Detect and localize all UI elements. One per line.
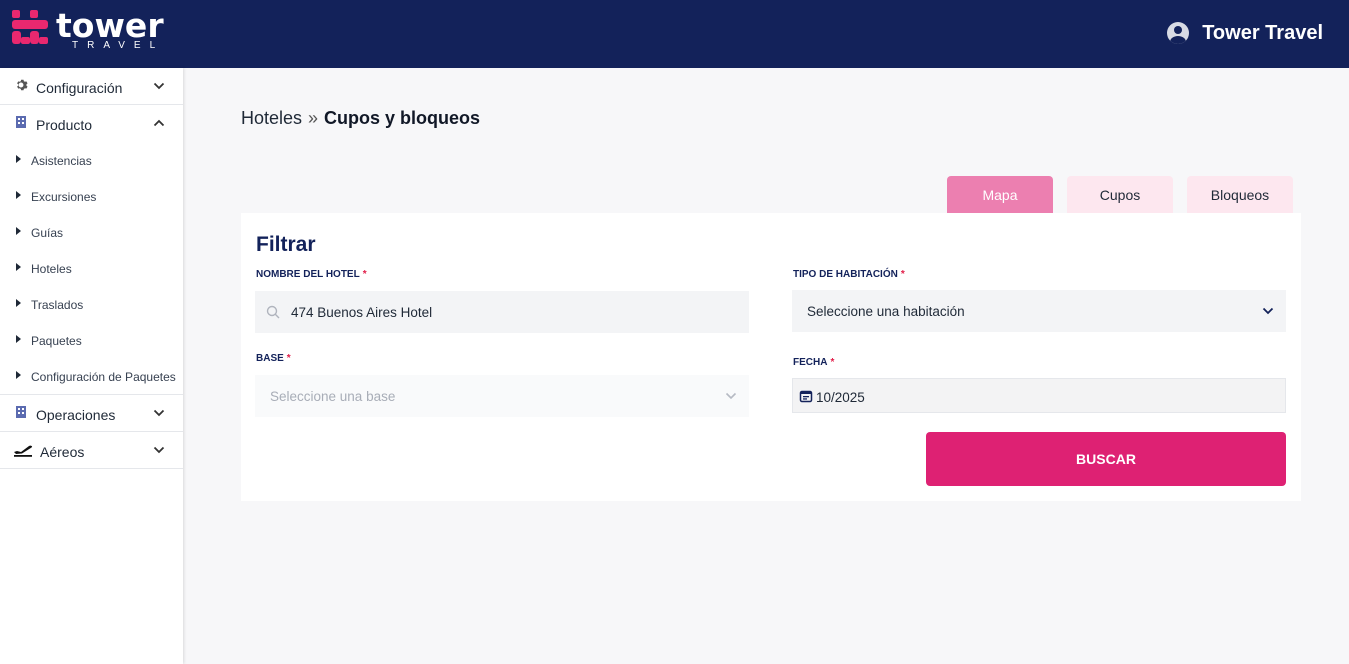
chevron-down-icon [153,446,165,454]
caret-right-icon [16,335,21,343]
sidebar-item-label: Asistencias [31,154,92,168]
sidebar-group-configuracion[interactable]: Configuración [0,68,183,105]
caret-right-icon [16,191,21,199]
chevron-down-icon [153,409,165,417]
building-icon [16,116,26,128]
breadcrumb: Hoteles » Cupos y bloqueos [241,108,480,129]
date-label-text: FECHA [793,357,828,368]
sidebar: Configuración Producto Asistencias Excur… [0,68,183,664]
top-bar: tower TRAVEL Tower Travel [0,0,1349,68]
date-value: 10/2025 [816,390,865,405]
sidebar-group-producto[interactable]: Producto [0,105,183,142]
room-type-label: TIPO DE HABITACIÓN * [793,269,905,280]
tab-bloqueos[interactable]: Bloqueos [1187,176,1293,214]
logo-mark-icon [12,10,48,44]
sidebar-item-guias[interactable]: Guías [0,214,183,250]
sidebar-item-label: Paquetes [31,334,82,348]
logo-subtitle: TRAVEL [72,40,165,51]
tower-travel-logo[interactable]: tower TRAVEL [10,6,164,56]
base-label: BASE * [256,353,291,364]
calendar-icon [799,390,813,403]
sidebar-item-hoteles[interactable]: Hoteles [0,250,183,286]
room-type-label-text: TIPO DE HABITACIÓN [793,269,898,280]
hotel-name-value: 474 Buenos Aires Hotel [291,305,433,320]
chevron-down-icon [153,82,165,90]
sidebar-item-traslados[interactable]: Traslados [0,286,183,322]
search-icon [266,305,280,319]
breadcrumb-current: Cupos y bloqueos [324,108,481,128]
chevron-down-icon [1262,307,1274,315]
base-placeholder: Seleccione una base [270,389,396,404]
hotel-name-input[interactable]: 474 Buenos Aires Hotel [255,291,749,333]
hotel-name-label-text: NOMBRE DEL HOTEL [256,269,360,280]
gear-icon [17,79,28,91]
breadcrumb-separator: » [308,108,319,128]
caret-right-icon [16,227,21,235]
sidebar-group-label: Producto [36,117,93,133]
sidebar-item-asistencias[interactable]: Asistencias [0,142,183,178]
sidebar-item-label: Traslados [31,298,84,312]
required-mark: * [286,353,291,364]
hotel-name-label: NOMBRE DEL HOTEL * [256,269,367,280]
user-menu[interactable]: Tower Travel [1167,19,1323,47]
sidebar-item-excursiones[interactable]: Excursiones [0,178,183,214]
chevron-up-icon [153,119,165,127]
search-button[interactable]: BUSCAR [926,432,1286,486]
caret-right-icon [16,155,21,163]
date-label: FECHA * [793,357,834,368]
sidebar-item-label: Guías [31,226,64,240]
caret-right-icon [16,371,21,379]
sidebar-item-paquetes[interactable]: Paquetes [0,322,183,358]
user-avatar-icon [1167,22,1190,44]
breadcrumb-parent[interactable]: Hoteles [241,108,302,128]
base-select[interactable]: Seleccione una base [255,375,749,417]
required-mark: * [362,269,367,280]
date-input[interactable]: 10/2025 [792,378,1286,413]
caret-right-icon [16,299,21,307]
sidebar-item-configuracion-paquetes[interactable]: Configuración de Paquetes [0,358,183,394]
sidebar-item-label: Hoteles [31,262,72,276]
sidebar-group-operaciones[interactable]: Operaciones [0,395,183,432]
filter-card: Filtrar NOMBRE DEL HOTEL * 474 Buenos Air… [241,213,1301,501]
producto-submenu: Asistencias Excursiones Guías Hoteles Tr… [0,142,183,395]
sidebar-item-label: Configuración de Paquetes [31,370,176,384]
required-mark: * [900,269,905,280]
tab-cupos[interactable]: Cupos [1067,176,1173,214]
sidebar-group-label: Operaciones [36,407,116,423]
room-type-select[interactable]: Seleccione una habitación [792,290,1286,332]
base-label-text: BASE [256,353,284,364]
chevron-down-icon [725,392,737,400]
sidebar-group-aereos[interactable]: Aéreos [0,432,183,469]
airplane-icon [14,445,33,457]
filter-title: Filtrar [256,233,316,256]
user-name: Tower Travel [1202,21,1323,44]
building-icon [16,406,26,418]
sidebar-item-label: Excursiones [31,190,97,204]
sidebar-group-label: Aéreos [40,444,85,460]
required-mark: * [830,357,835,368]
caret-right-icon [16,263,21,271]
tab-mapa[interactable]: Mapa [947,176,1053,214]
sidebar-group-label: Configuración [36,80,123,96]
room-type-value: Seleccione una habitación [807,304,965,319]
